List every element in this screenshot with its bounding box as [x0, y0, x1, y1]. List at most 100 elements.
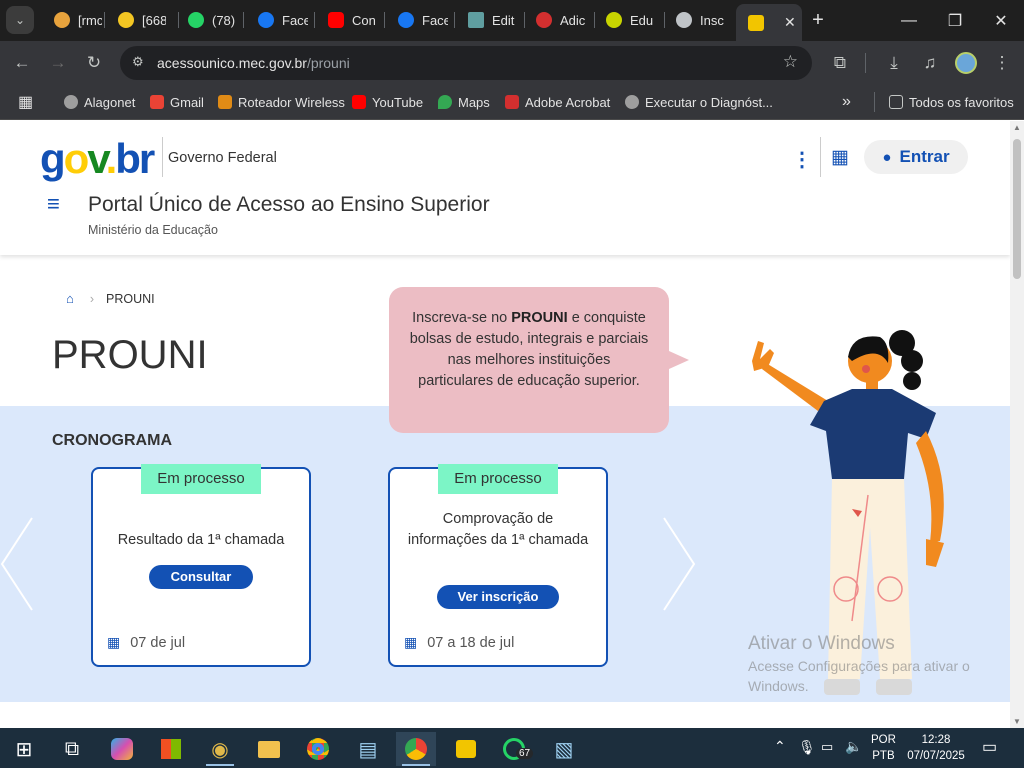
browser-tab[interactable]: [rmc: [42, 6, 102, 34]
browser-tab[interactable]: (78): [176, 6, 240, 34]
maps-icon: [438, 95, 452, 109]
ver-inscricao-button[interactable]: Ver inscrição: [437, 585, 559, 609]
bookmark-item[interactable]: Maps: [438, 92, 490, 112]
carousel-prev-icon[interactable]: [0, 516, 34, 616]
bookmark-item[interactable]: Roteador Wireless: [218, 92, 345, 112]
clock[interactable]: 12:28 07/07/2025: [903, 732, 969, 764]
media-control-icon[interactable]: ♫: [916, 49, 944, 77]
hamburger-menu-icon[interactable]: ≡: [47, 193, 60, 215]
site-info-icon[interactable]: ⚙: [132, 54, 144, 70]
url-text[interactable]: acessounico.mec.gov.br/prouni: [157, 55, 350, 71]
globe-icon: [625, 95, 639, 109]
tab-separator: [384, 12, 385, 28]
status-badge: Em processo: [438, 464, 558, 494]
browser-tab[interactable]: Adic: [524, 6, 586, 34]
copilot-icon[interactable]: [102, 732, 142, 766]
notifications-icon[interactable]: ▭: [982, 737, 997, 757]
language-indicator[interactable]: POR PTB: [871, 732, 896, 764]
restore-button[interactable]: ❐: [932, 0, 978, 41]
forward-arrow-icon[interactable]: →: [44, 49, 72, 77]
chrome-icon[interactable]: [298, 732, 338, 766]
status-badge: Em processo: [141, 464, 261, 494]
speaker-app-icon[interactable]: ◉: [200, 732, 240, 766]
close-tab-icon[interactable]: ✕: [784, 14, 796, 31]
youtube-icon: [352, 95, 366, 109]
page-title: PROUNI: [52, 333, 208, 377]
network-icon[interactable]: ▭: [821, 739, 833, 755]
tab-search-button[interactable]: ⌄: [6, 6, 34, 34]
bookmark-item[interactable]: Alagonet: [64, 92, 135, 112]
calendar-icon: ▦: [107, 634, 121, 650]
microsoft-store-icon[interactable]: [151, 732, 191, 766]
acrobat-icon: [505, 95, 519, 109]
card-date: ▦ 07 de jul: [107, 634, 186, 651]
address-bar[interactable]: ⚙ acessounico.mec.gov.br/prouni ☆: [120, 46, 812, 80]
all-bookmarks-folder[interactable]: Todos os favoritos: [889, 92, 1014, 112]
govbr-logo[interactable]: gov.br: [40, 135, 155, 183]
browser-tab-active[interactable]: ✕: [736, 4, 802, 41]
new-tab-button[interactable]: +: [804, 6, 832, 34]
calendar-icon: ▦: [404, 634, 418, 650]
task-view-icon[interactable]: ⧉: [52, 732, 92, 766]
scroll-up-icon[interactable]: ▲: [1013, 123, 1021, 132]
browser-tab[interactable]: Face: [246, 6, 308, 34]
show-hidden-icons[interactable]: ⌃: [774, 738, 786, 755]
bookmark-item[interactable]: YouTube: [352, 92, 423, 112]
gmail-icon: [150, 95, 164, 109]
bookmark-item[interactable]: Executar o Diagnóst...: [625, 92, 773, 112]
extensions-icon[interactable]: ⧉: [826, 49, 854, 77]
schedule-card: Em processo Comprovação de informações d…: [388, 464, 608, 667]
more-bookmarks-icon[interactable]: »: [842, 92, 851, 112]
apps-grid-icon[interactable]: ▦: [18, 92, 33, 112]
carousel-next-icon[interactable]: [662, 516, 696, 616]
chrome-active-icon[interactable]: [396, 732, 436, 766]
home-icon[interactable]: ⌂: [66, 291, 74, 306]
browser-tab[interactable]: Edit: [456, 6, 518, 34]
reload-icon[interactable]: ↻: [80, 49, 108, 77]
notepad-icon[interactable]: ▧: [544, 732, 584, 766]
menu-kebab-icon[interactable]: ⋮: [988, 49, 1016, 77]
tab-separator: [454, 12, 455, 28]
youtube-icon: [328, 12, 344, 28]
browser-tab[interactable]: [668: [106, 6, 166, 34]
breadcrumb-current: PROUNI: [106, 291, 155, 306]
whatsapp-icon[interactable]: 67: [494, 732, 534, 766]
browser-tab[interactable]: Con: [316, 6, 378, 34]
card-title: Comprovação de informações da 1ª chamada: [407, 511, 589, 548]
browser-tab[interactable]: Insc: [664, 6, 728, 34]
microphone-icon[interactable]: 🎙: [798, 739, 816, 756]
bookmark-item[interactable]: Adobe Acrobat: [505, 92, 610, 112]
scrollbar-thumb[interactable]: [1013, 139, 1021, 279]
podcast-icon: [54, 12, 70, 28]
adobe-icon: [536, 12, 552, 28]
windows-start-icon[interactable]: ⊞: [4, 732, 44, 766]
browser-tab[interactable]: Edu: [594, 6, 656, 34]
apps-grid-icon[interactable]: ▦: [831, 146, 849, 169]
control-panel-icon[interactable]: ▤: [348, 732, 388, 766]
minimize-button[interactable]: —: [886, 0, 932, 41]
back-arrow-icon[interactable]: ←: [8, 49, 36, 77]
portal-title: Portal Único de Acesso ao Ensino Superio…: [88, 193, 490, 216]
tab-separator: [243, 12, 244, 28]
file-explorer-icon[interactable]: [249, 732, 289, 766]
notification-badge: 67: [516, 748, 534, 759]
profile-avatar[interactable]: [952, 49, 980, 77]
folder-icon: [889, 95, 903, 109]
arrow-app-icon[interactable]: [446, 732, 486, 766]
star-icon[interactable]: ☆: [783, 52, 798, 72]
facebook-icon: [258, 12, 274, 28]
logo-divider: [162, 137, 163, 177]
download-icon[interactable]: ⤓: [880, 49, 908, 77]
bookmark-item[interactable]: Gmail: [150, 92, 204, 112]
login-button[interactable]: ● Entrar: [864, 140, 968, 174]
window-close-button[interactable]: ✕: [978, 0, 1024, 41]
more-options-icon[interactable]: ⋮: [792, 147, 812, 172]
browser-tab[interactable]: Face: [386, 6, 448, 34]
activation-watermark-line1: Acesse Configurações para ativar o: [748, 658, 970, 674]
scroll-down-icon[interactable]: ▼: [1013, 717, 1021, 726]
consultar-button[interactable]: Consultar: [149, 565, 253, 589]
browser-toolbar: ← → ↻ ⚙ acessounico.mec.gov.br/prouni ☆ …: [0, 41, 1024, 84]
volume-icon[interactable]: 🔈: [845, 738, 862, 755]
page-scrollbar[interactable]: ▲ ▼: [1010, 121, 1024, 728]
card-title: Resultado da 1ª chamada: [117, 532, 285, 548]
